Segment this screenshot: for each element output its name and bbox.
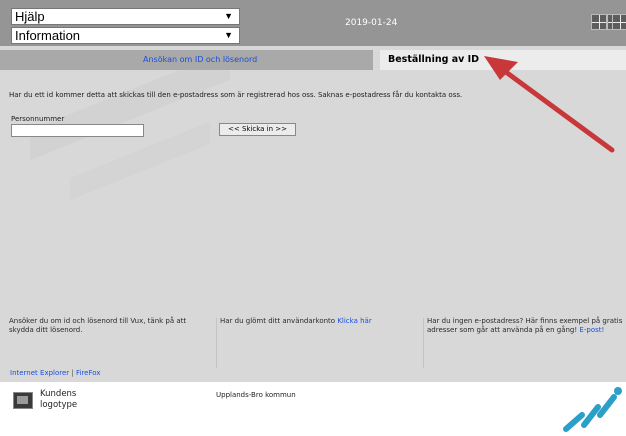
browser-links: Internet Explorer | FireFox — [10, 369, 100, 377]
footer-forgot-text: Har du glömt ditt användarkonto — [220, 317, 336, 325]
dropdown-arrow-icon: ▼ — [224, 30, 233, 40]
logo-line-2: logotype — [40, 400, 78, 410]
municipality-name: Upplands-Bro kommun — [216, 391, 296, 399]
email-link[interactable]: E-post! — [579, 326, 604, 334]
brand-logo-icon — [563, 387, 622, 432]
customer-logo-text: Kundens logotype — [40, 389, 77, 411]
window-tiles-icon[interactable] — [612, 14, 626, 30]
tab-order-id[interactable]: Beställning av ID — [380, 50, 626, 70]
info-select-value: Information — [15, 28, 81, 43]
footer-vux-text: Ansöker du om id och lösenord till Vux, … — [9, 317, 187, 334]
dropdown-arrow-icon: ▼ — [224, 11, 233, 21]
person-number-input[interactable] — [11, 124, 144, 137]
tab-order-id-label: Beställning av ID — [388, 54, 480, 65]
submit-button[interactable]: << Skicka in >> — [219, 123, 296, 136]
person-number-label: Personnummer — [11, 115, 65, 123]
app-frame: Hjälp ▼ Information ▼ 2019-01-24 Ansökan… — [0, 0, 626, 382]
footer-forgot-account: Har du glömt ditt användarkonto Klicka h… — [220, 317, 420, 326]
current-date: 2019-01-24 — [345, 18, 398, 28]
internet-explorer-link[interactable]: Internet Explorer — [10, 369, 69, 377]
tab-apply-id-label: Ansökan om ID och lösenord — [143, 55, 258, 64]
footer-divider — [216, 318, 217, 368]
click-here-link[interactable]: Klicka här — [337, 317, 371, 325]
footer-divider — [423, 318, 424, 368]
logo-line-1: Kundens — [40, 389, 77, 399]
top-bar: Hjälp ▼ Information ▼ 2019-01-24 — [0, 0, 626, 46]
info-select[interactable]: Information ▼ — [11, 27, 240, 44]
footer-email-info: Har du ingen e-postadress? Här finns exe… — [427, 317, 623, 335]
firefox-link[interactable]: FireFox — [76, 369, 100, 377]
info-text: Har du ett id kommer detta att skickas t… — [9, 91, 463, 99]
help-select[interactable]: Hjälp ▼ — [11, 8, 240, 25]
help-select-value: Hjälp — [15, 9, 45, 24]
browser-separator: | — [71, 369, 74, 377]
tab-apply-id[interactable]: Ansökan om ID och lösenord — [0, 50, 373, 70]
customer-logo-icon — [13, 392, 33, 409]
